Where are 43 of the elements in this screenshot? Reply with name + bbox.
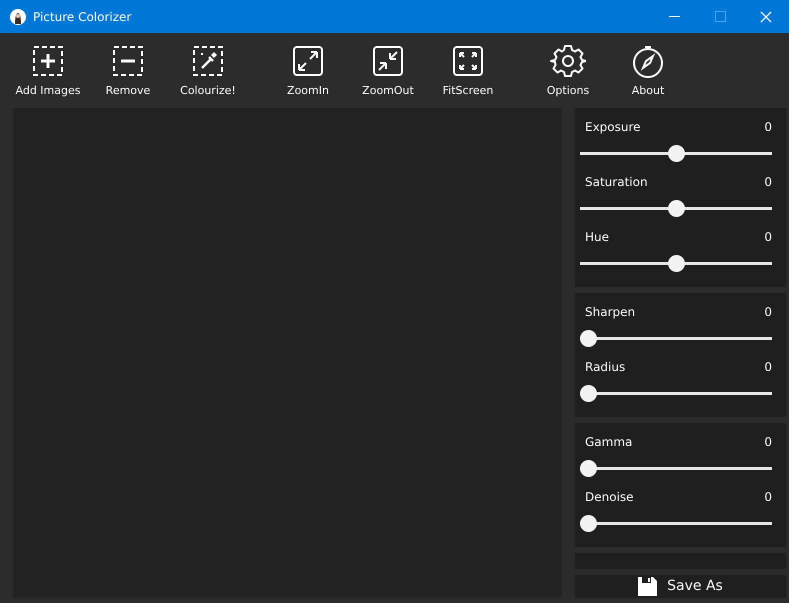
maximize-icon (714, 11, 726, 22)
slider-thumb[interactable] (668, 200, 684, 217)
settings-icon (550, 43, 586, 79)
slider-label: Hue (585, 229, 610, 246)
slider-label: Gamma (585, 434, 632, 451)
slider-thumb[interactable] (580, 330, 597, 347)
plus-icon (30, 43, 66, 79)
slider-label: Denoise (585, 489, 634, 506)
fit-screen-icon (450, 43, 486, 79)
toolbar-button[interactable]: Colourize! (168, 33, 248, 103)
expand-icon (290, 43, 326, 79)
slider-value: 0 (764, 119, 772, 136)
toolbar-button[interactable]: FitScreen (428, 33, 508, 103)
close-icon (760, 10, 772, 22)
slider-thumb[interactable] (668, 255, 684, 272)
toolbar-button[interactable]: Options (528, 33, 608, 103)
minus-icon (110, 43, 146, 79)
slider-value: 0 (764, 174, 772, 191)
minimize-icon (668, 16, 680, 18)
slider-thumb[interactable] (580, 515, 597, 532)
collapse-icon (370, 43, 406, 79)
eyedropper-icon (190, 43, 226, 79)
toolbar-button[interactable]: About (608, 33, 688, 103)
slider-thumb[interactable] (580, 385, 597, 402)
toolbar-button[interactable]: ZoomOut (348, 33, 428, 103)
save-as-button[interactable]: Save As (575, 575, 786, 598)
slider-thumb[interactable] (668, 145, 684, 162)
slider-value: 0 (764, 434, 772, 451)
slider-thumb[interactable] (580, 460, 597, 477)
slider-label: Radius (585, 359, 626, 376)
slider-value: 0 (764, 304, 772, 321)
slider-label: Sharpen (585, 304, 636, 321)
toolbar-button[interactable]: ZoomIn (268, 33, 348, 103)
toolbar-button[interactable]: Add Images (8, 33, 88, 103)
slider-label: Exposure (585, 119, 641, 136)
toolbar-button[interactable]: Remove (88, 33, 168, 103)
slider-value: 0 (764, 489, 772, 506)
compass-icon (630, 43, 666, 79)
window-title: Picture Colorizer (33, 8, 132, 26)
app-icon (10, 8, 26, 24)
slider-value: 0 (764, 359, 772, 376)
slider-label: Saturation (585, 174, 648, 191)
slider-value: 0 (764, 229, 772, 246)
